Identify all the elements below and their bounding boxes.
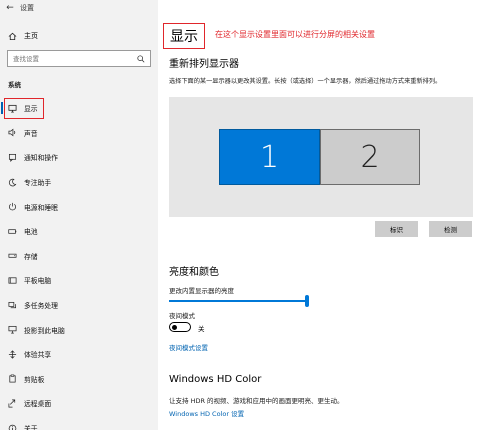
sidebar-item-label: 声音 (24, 129, 38, 138)
sidebar-item-clipboard[interactable]: 剪贴板 (0, 367, 158, 392)
hd-color-description: 让支持 HDR 的视频、游戏和应用中的画面更明亮、更生动。 (169, 397, 344, 405)
sidebar-item-sound[interactable]: 声音 (0, 121, 158, 146)
nav-home[interactable]: 主页 (0, 28, 158, 44)
search-icon[interactable] (137, 54, 145, 63)
rearrange-heading: 重新排列显示器 (169, 59, 239, 70)
brightness-heading: 亮度和颜色 (169, 267, 219, 278)
sidebar-item-multitasking[interactable]: 多任务处理 (0, 293, 158, 318)
sidebar-item-label: 平板电脑 (24, 277, 52, 286)
sidebar-nav-list: 显示 声音 通知和操作 专注助手 电源和睡眠 电池 存储 平板电脑 多任务处理 … (0, 96, 158, 430)
sidebar-item-label: 远程桌面 (24, 400, 52, 409)
sidebar-item-storage[interactable]: 存储 (0, 244, 158, 269)
selection-accent (1, 102, 3, 114)
window-title-bar: ← 设置 (0, 0, 158, 16)
toggle-knob (172, 324, 177, 330)
monitor-1-tile[interactable]: 1 (219, 129, 320, 185)
sidebar-item-about[interactable]: 关于 (0, 416, 158, 430)
brightness-slider-thumb[interactable] (305, 295, 309, 307)
night-light-state: 关 (198, 325, 205, 333)
identify-button[interactable]: 标识 (375, 221, 418, 237)
night-light-label: 夜间模式 (169, 312, 195, 320)
sidebar-item-notifications[interactable]: 通知和操作 (0, 145, 158, 170)
sidebar: ← 设置 主页 系统 显示 声音 (0, 0, 158, 430)
info-icon (0, 424, 24, 430)
sidebar-item-label: 通知和操作 (24, 154, 58, 163)
home-icon (0, 32, 24, 41)
annotation-text: 在这个显示设置里面可以进行分屏的相关设置 (215, 30, 375, 39)
night-light-toggle[interactable] (169, 322, 191, 332)
search-input[interactable] (13, 54, 123, 63)
hd-color-heading: Windows HD Color (169, 374, 262, 385)
search-box[interactable] (7, 50, 151, 67)
sidebar-item-label: 体验共享 (24, 351, 52, 360)
nav-home-label: 主页 (24, 32, 38, 40)
brightness-slider-track[interactable] (169, 300, 307, 302)
sidebar-item-label: 关于 (24, 425, 38, 430)
monitor-2-tile[interactable]: 2 (320, 129, 420, 185)
sidebar-group-label: 系统 (8, 81, 21, 89)
multitask-icon (0, 301, 24, 310)
battery-icon (0, 227, 24, 236)
tablet-icon (0, 276, 24, 285)
brightness-slider[interactable] (169, 295, 309, 307)
remote-icon (0, 399, 24, 408)
sidebar-item-power[interactable]: 电源和睡眠 (0, 194, 158, 219)
moon-icon (0, 178, 24, 187)
window-title: 设置 (20, 4, 34, 12)
clipboard-icon (0, 374, 24, 383)
rearrange-description: 选择下面的某一显示器以更改其设置。长按（或选择）一个显示器，然后通过拖动方式来重… (169, 78, 442, 85)
page-title: 显示 (170, 29, 198, 45)
sidebar-item-label: 多任务处理 (24, 302, 58, 311)
sidebar-item-tablet[interactable]: 平板电脑 (0, 268, 158, 293)
sidebar-item-focus-assist[interactable]: 专注助手 (0, 170, 158, 195)
storage-icon (0, 251, 24, 260)
sidebar-item-label: 专注助手 (24, 179, 52, 188)
sidebar-item-remote-desktop[interactable]: 远程桌面 (0, 391, 158, 416)
sidebar-item-label: 剪贴板 (24, 375, 45, 384)
detect-button[interactable]: 检测 (429, 221, 472, 237)
highlight-box (4, 98, 44, 119)
sidebar-item-project[interactable]: 投影到此电脑 (0, 317, 158, 342)
monitor-arrangement-area[interactable]: 1 2 (169, 97, 473, 217)
sidebar-item-display[interactable]: 显示 (0, 96, 158, 121)
project-icon (0, 325, 24, 334)
main-panel: 显示 在这个显示设置里面可以进行分屏的相关设置 重新排列显示器 选择下面的某一显… (158, 0, 499, 430)
sidebar-item-label: 电源和睡眠 (24, 203, 58, 212)
speaker-icon (0, 128, 24, 137)
sidebar-item-label: 存储 (24, 252, 38, 261)
night-light-settings-link[interactable]: 夜间模式设置 (169, 342, 208, 352)
power-icon (0, 202, 24, 211)
hd-color-settings-link[interactable]: Windows HD Color 设置 (169, 408, 244, 418)
notification-icon (0, 153, 24, 162)
sidebar-item-label: 电池 (24, 228, 38, 237)
sidebar-item-label: 投影到此电脑 (24, 326, 65, 335)
share-icon (0, 350, 24, 359)
sidebar-item-battery[interactable]: 电池 (0, 219, 158, 244)
page-title-highlight: 显示 (163, 23, 205, 49)
sidebar-item-shared-experiences[interactable]: 体验共享 (0, 342, 158, 367)
back-arrow-icon[interactable]: ← (0, 3, 20, 13)
brightness-slider-label: 更改内置显示器的亮度 (169, 287, 234, 295)
